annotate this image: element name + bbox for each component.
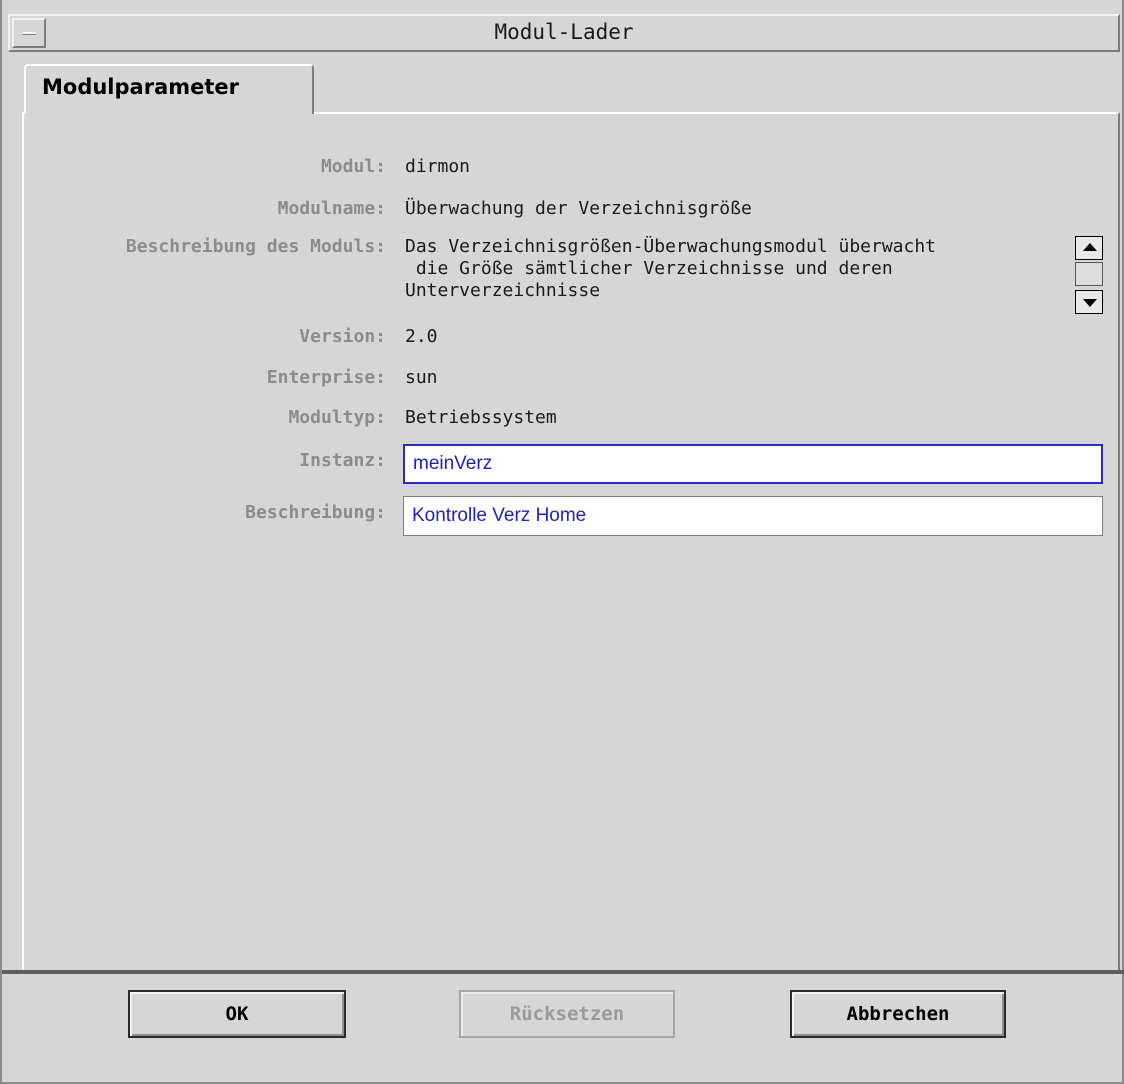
title-bar[interactable]: Modul-Lader: [8, 14, 1120, 52]
version-label: Version:: [299, 326, 386, 347]
button-bar-divider: [2, 970, 1124, 974]
description-scrollbar[interactable]: [1075, 236, 1103, 316]
tab-modulparameter[interactable]: Modulparameter: [24, 64, 314, 114]
modul-value: dirmon: [405, 156, 471, 177]
modultyp-value: Betriebssystem: [405, 407, 557, 428]
beschreibung-label: Beschreibung:: [245, 502, 386, 523]
arrow-up-icon: [1083, 243, 1097, 251]
cancel-button[interactable]: Abbrechen: [790, 990, 1006, 1038]
window-title: Modul-Lader: [494, 20, 634, 44]
arrow-down-icon: [1083, 299, 1097, 307]
modulname-label: Modulname:: [277, 198, 386, 219]
beschreibung-input[interactable]: Kontrolle Verz Home: [403, 496, 1103, 536]
enterprise-value: sun: [405, 367, 438, 388]
enterprise-label: Enterprise:: [266, 367, 386, 388]
version-value: 2.0: [405, 326, 438, 347]
modulname-value: Überwachung der Verzeichnisgröße: [405, 198, 752, 219]
instanz-input[interactable]: meinVerz: [403, 444, 1103, 484]
instanz-label: Instanz:: [299, 450, 386, 471]
module-description-text[interactable]: Das Verzeichnisgrößen-Überwachungsmodul …: [405, 236, 1070, 316]
modul-label: Modul:: [320, 156, 386, 177]
scroll-down-button[interactable]: [1075, 290, 1103, 314]
scroll-up-button[interactable]: [1075, 236, 1103, 260]
scroll-thumb[interactable]: [1075, 262, 1103, 286]
modultyp-label: Modultyp:: [288, 407, 386, 428]
module-loader-window: Modul-Lader Modulparameter Modul: dirmon…: [0, 0, 1124, 1084]
reset-button[interactable]: Rücksetzen: [459, 990, 675, 1038]
ok-button[interactable]: OK: [128, 990, 346, 1038]
tab-label: Modulparameter: [42, 75, 239, 99]
module-description-label: Beschreibung des Moduls:: [125, 236, 386, 257]
